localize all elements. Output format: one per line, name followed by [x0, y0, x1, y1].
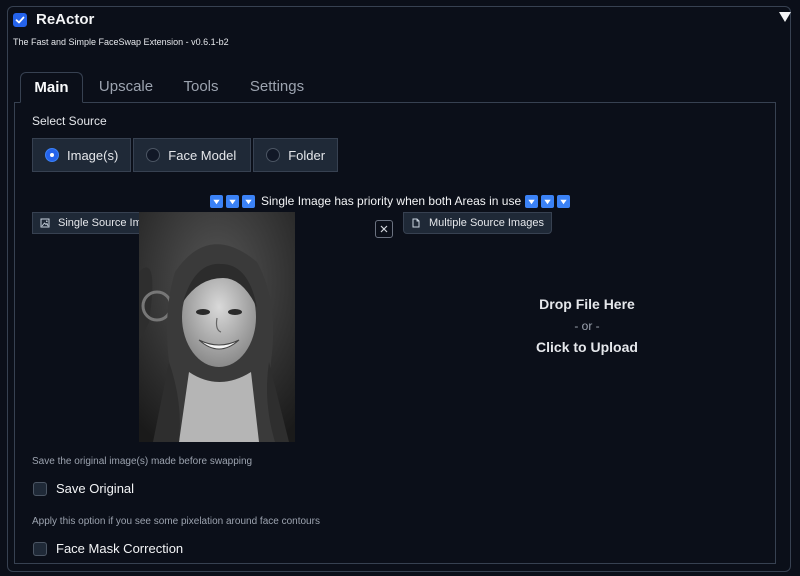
check-icon [15, 16, 25, 23]
priority-text: Single Image has priority when both Area… [261, 194, 522, 208]
multiple-source-images-label: Multiple Source Images [403, 212, 552, 234]
portrait-image [139, 212, 295, 442]
radio-indicator [266, 148, 281, 162]
click-upload-text: Click to Upload [536, 339, 638, 355]
reactor-header[interactable]: ReActor [13, 11, 94, 28]
tab-main[interactable]: Main [20, 72, 83, 103]
close-icon [380, 225, 388, 233]
down-arrow-icon [525, 194, 539, 208]
source-face-photo[interactable] [139, 212, 295, 442]
save-original-label: Save Original [56, 481, 135, 496]
collapse-triangle-icon[interactable] [778, 10, 792, 24]
down-arrow-icon [557, 194, 571, 208]
down-arrow-icon [226, 194, 239, 208]
face-mask-correction-option[interactable]: Face Mask Correction [33, 541, 183, 556]
file-drop-zone[interactable]: Drop File Here - or - Click to Upload [497, 296, 677, 355]
radio-indicator [146, 148, 161, 162]
radio-indicator [45, 148, 59, 162]
down-arrow-icon [242, 194, 255, 208]
radio-images-label: Image(s) [67, 147, 119, 163]
save-original-hint: Save the original image(s) made before s… [32, 456, 253, 467]
select-source-label: Select Source [32, 114, 107, 128]
save-original-checkbox[interactable] [33, 481, 47, 496]
extension-title: ReActor [36, 11, 95, 28]
down-arrow-icon [541, 194, 555, 208]
face-mask-hint: Apply this option if you see some pixela… [32, 516, 320, 527]
drop-file-text: Drop File Here [539, 296, 635, 312]
file-icon [412, 218, 420, 228]
radio-folder-label: Folder [288, 147, 326, 163]
radio-face-model[interactable]: Face Model [133, 138, 252, 172]
face-mask-checkbox[interactable] [33, 541, 47, 556]
save-original-option[interactable]: Save Original [33, 481, 134, 496]
source-radio-group: Image(s) Face Model Folder [32, 138, 340, 172]
drop-or-text: - or - [574, 319, 600, 333]
down-arrow-icon [210, 194, 223, 208]
tab-tools[interactable]: Tools [176, 72, 226, 102]
radio-images[interactable]: Image(s) [32, 138, 132, 172]
multiple-source-label-text: Multiple Source Images [429, 217, 544, 229]
tab-bar: Main Upscale Tools Settings [14, 72, 776, 103]
radio-face-model-label: Face Model [168, 147, 237, 163]
clear-image-button[interactable] [375, 220, 393, 238]
tab-upscale[interactable]: Upscale [93, 72, 159, 102]
priority-note: Single Image has priority when both Area… [210, 193, 573, 209]
tab-settings[interactable]: Settings [244, 72, 310, 102]
enable-checkbox[interactable] [13, 12, 27, 27]
radio-folder[interactable]: Folder [253, 138, 339, 172]
image-icon [40, 218, 50, 228]
face-mask-label: Face Mask Correction [56, 541, 184, 556]
extension-subtitle: The Fast and Simple FaceSwap Extension -… [13, 37, 229, 47]
